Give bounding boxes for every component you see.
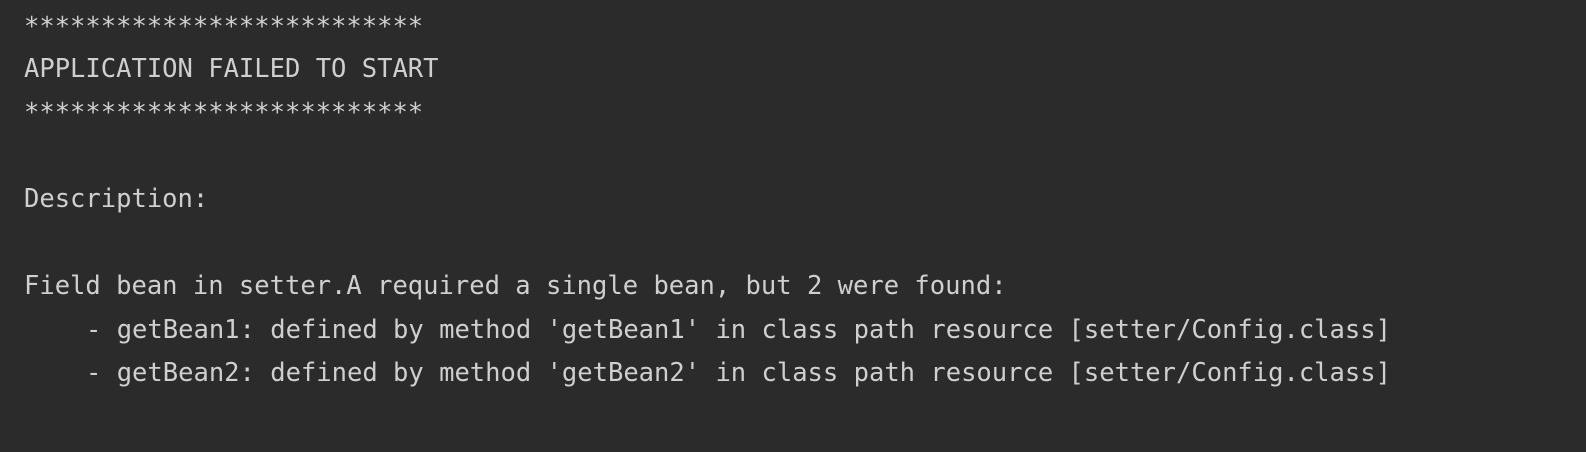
console-output-panel: ************************** APPLICATION F…	[0, 0, 1586, 452]
separator-stars-top: **************************	[24, 12, 424, 42]
separator-stars-bottom: **************************	[24, 98, 424, 128]
error-message: Field bean in setter.A required a single…	[24, 271, 1007, 301]
bean-candidate-1: - getBean1: defined by method 'getBean1'…	[86, 315, 1391, 345]
error-title: APPLICATION FAILED TO START	[24, 54, 439, 84]
bean-candidate-2: - getBean2: defined by method 'getBean2'…	[86, 358, 1391, 388]
description-label: Description:	[24, 184, 209, 214]
